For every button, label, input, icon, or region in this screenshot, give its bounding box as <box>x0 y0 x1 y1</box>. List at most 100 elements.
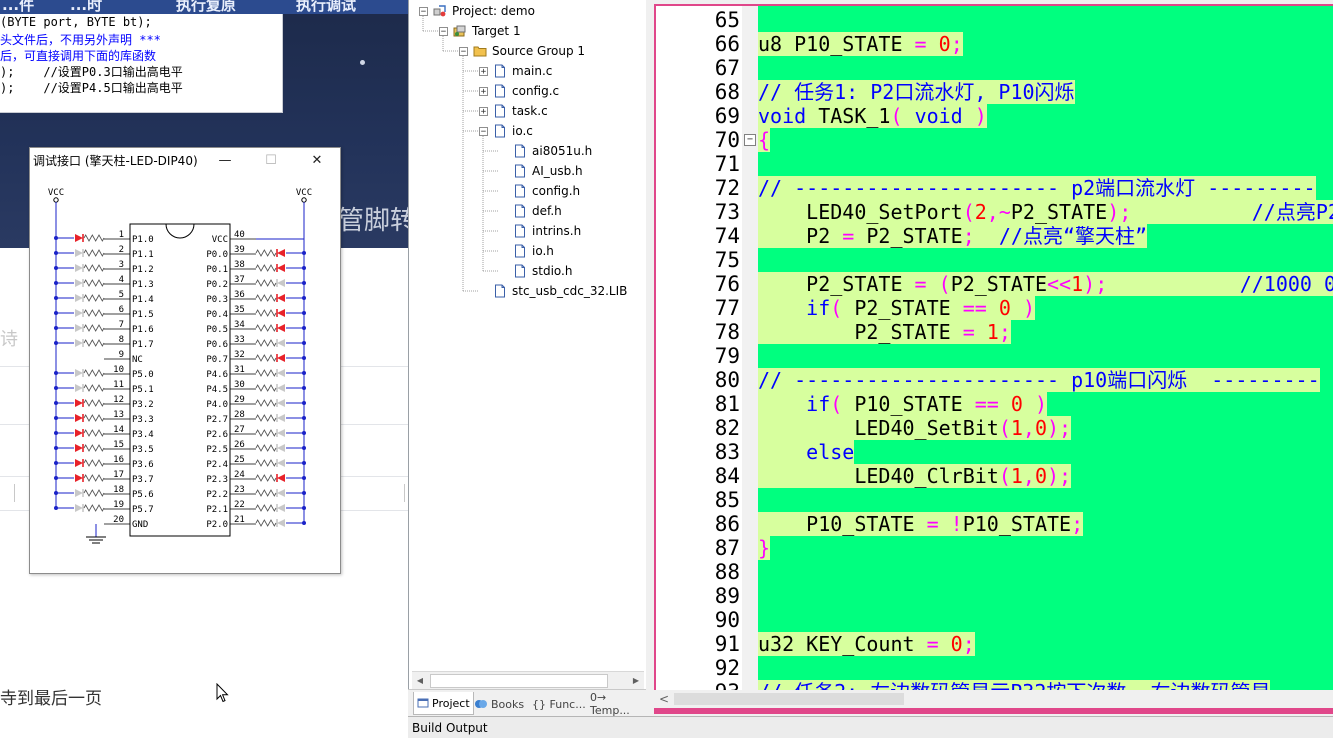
code-line[interactable]: else <box>758 440 855 464</box>
code-line[interactable]: // 任务2: 左边数码管显示P32按下次数, 右边数码管显 <box>758 680 1271 690</box>
scroll-thumb[interactable] <box>674 693 904 705</box>
collapse-icon[interactable]: − <box>459 46 468 56</box>
expand-icon[interactable]: + <box>479 106 488 116</box>
code-editor[interactable]: 65 66 67 68 69 70 71 72 73 74 75 76 77 78 79 80 81 82 83 84… <box>654 4 1333 690</box>
code-token: } <box>758 536 771 560</box>
tree-item[interactable]: AI_usb.h <box>499 162 583 180</box>
code-line-highlight: if( P2_STATE == 0 ) <box>758 296 1036 320</box>
code-line[interactable]: u8 P10_STATE = 0; <box>758 32 963 56</box>
tree-item[interactable]: + config.c <box>479 82 559 100</box>
project-hscrollbar[interactable]: ◀ ▶ <box>412 671 644 689</box>
resistor-left <box>83 444 105 452</box>
tab-templates[interactable]: 0→ Temp... <box>590 691 646 717</box>
line-number: 92 <box>714 656 740 680</box>
editor-hscrollbar[interactable]: < <box>656 690 1333 708</box>
code-line-highlight: u8 P10_STATE = 0; <box>758 32 963 56</box>
code-line[interactable]: void TASK_1( void ) <box>758 104 987 128</box>
scroll-right-button[interactable]: ▶ <box>628 672 644 688</box>
collapse-icon[interactable]: − <box>479 126 488 136</box>
close-button[interactable]: ✕ <box>294 148 340 172</box>
tree-item[interactable]: io.h <box>499 242 554 260</box>
code-line[interactable]: // 任务1: P2口流水灯, P10闪烁 <box>758 80 1075 104</box>
code-line[interactable]: P2_STATE = 1; <box>758 320 1011 344</box>
tab-project[interactable]: Project <box>413 692 474 715</box>
tree-item[interactable]: + main.c <box>479 62 552 80</box>
tab-books[interactable]: Books <box>474 694 524 714</box>
code-line[interactable]: { <box>758 128 771 152</box>
menu-item[interactable]: 执行复原 <box>176 0 236 15</box>
code-token: P2_STATE <box>1010 200 1108 224</box>
window-title: 调试接口 (擎天柱-LED-DIP40) <box>33 154 198 168</box>
tree-item[interactable]: def.h <box>499 202 562 220</box>
last-page-link[interactable]: 寺到最后一页 <box>0 684 102 709</box>
code-line-highlight: P2 = P2_STATE; //点亮“擎天柱” <box>758 224 1148 248</box>
line-number: 75 <box>714 248 740 272</box>
code-line-highlight: else <box>758 440 855 464</box>
led-left <box>75 234 83 242</box>
resistor-left <box>83 324 105 332</box>
menu-item[interactable]: ...件 <box>2 0 34 15</box>
tree-item-label: main.c <box>512 64 553 78</box>
menu-item[interactable]: 执行调试 <box>296 0 356 15</box>
code-token: LED40_SetPort <box>758 200 963 224</box>
tree-item[interactable]: stdio.h <box>499 262 572 280</box>
fold-margin[interactable]: − <box>742 6 758 690</box>
pin-number-left: 10 <box>113 365 124 375</box>
code-line[interactable]: u32 KEY_Count = 0; <box>758 632 975 656</box>
line-number: 76 <box>714 272 740 296</box>
pin-name-right: P2.1 <box>206 505 228 515</box>
tree-item[interactable]: − Source Group 1 <box>459 42 585 60</box>
maximize-button[interactable]: ☐ <box>248 148 294 172</box>
code-line-highlight: LED40_SetBit(1,0); <box>758 416 1072 440</box>
pin-number-right: 22 <box>234 500 245 510</box>
expand-icon[interactable]: + <box>479 86 488 96</box>
code-line-highlight: LED40_ClrBit(1,0); <box>758 464 1072 488</box>
code-line[interactable]: // ---------------------- p10端口闪烁 ------… <box>758 368 1320 392</box>
pin-name-left: P5.1 <box>132 385 154 395</box>
code-line[interactable]: P2 = P2_STATE; //点亮“擎天柱” <box>758 224 1148 248</box>
code-line[interactable]: P2_STATE = (P2_STATE<<1); //1000 0 <box>758 272 1333 296</box>
scroll-left-button[interactable]: ◀ <box>412 672 428 688</box>
debug-interface-window[interactable]: 调试接口 (擎天柱-LED-DIP40) — ☐ ✕ VCC VCC P1.0 1 P1… <box>29 147 341 574</box>
line-number: 91 <box>714 632 740 656</box>
code-line[interactable]: if( P10_STATE == 0 ) <box>758 392 1048 416</box>
code-line[interactable]: // ---------------------- p2端口流水灯 ------… <box>758 176 1316 200</box>
fold-collapse-icon[interactable]: − <box>744 134 756 146</box>
tree-item[interactable]: − Project: demo <box>419 2 535 20</box>
scroll-left-button[interactable]: < <box>656 690 672 708</box>
tree-item[interactable]: + task.c <box>479 102 548 120</box>
code-line[interactable]: if( P2_STATE == 0 ) <box>758 296 1036 320</box>
collapse-icon[interactable]: − <box>439 26 448 36</box>
code-line[interactable]: LED40_SetBit(1,0); <box>758 416 1072 440</box>
target-icon <box>453 24 467 38</box>
tree-item[interactable]: intrins.h <box>499 222 581 240</box>
code-line[interactable]: } <box>758 536 771 560</box>
line-number: 87 <box>714 536 740 560</box>
resistor-left <box>83 384 105 392</box>
tree-item[interactable]: ai8051u.h <box>499 142 592 160</box>
code-line[interactable]: P10_STATE = !P10_STATE; <box>758 512 1084 536</box>
tree-item[interactable]: config.h <box>499 182 580 200</box>
resistor-right <box>255 264 277 272</box>
scroll-thumb[interactable] <box>430 674 608 688</box>
code-text-area[interactable]: u8 P10_STATE = 0; // 任务1: P2口流水灯, P10闪烁 vo… <box>758 6 1333 690</box>
resistor-left <box>83 369 105 377</box>
file-icon <box>493 84 507 98</box>
tree-item[interactable]: stc_usb_cdc_32.LIB <box>479 282 627 300</box>
expand-icon[interactable]: + <box>479 66 488 76</box>
pin-number-left: 11 <box>113 380 124 390</box>
menu-item[interactable]: ...时 <box>70 0 102 15</box>
pin-number-right: 32 <box>234 350 245 360</box>
minimize-button[interactable]: — <box>202 148 248 172</box>
tab-functions[interactable]: {} Func... <box>532 694 586 714</box>
line-number: 84 <box>714 464 740 488</box>
code-line[interactable]: LED40_ClrBit(1,0); <box>758 464 1072 488</box>
tree-item[interactable]: − Target 1 <box>439 22 521 40</box>
line-number: 67 <box>714 56 740 80</box>
code-token: u32 KEY_Count <box>758 632 927 656</box>
pin-name-right: P0.5 <box>206 325 228 335</box>
code-line[interactable]: LED40_SetPort(2,~P2_STATE); //点亮P2 <box>758 200 1333 224</box>
tree-item[interactable]: − io.c <box>479 122 533 140</box>
collapse-icon[interactable]: − <box>419 6 428 16</box>
